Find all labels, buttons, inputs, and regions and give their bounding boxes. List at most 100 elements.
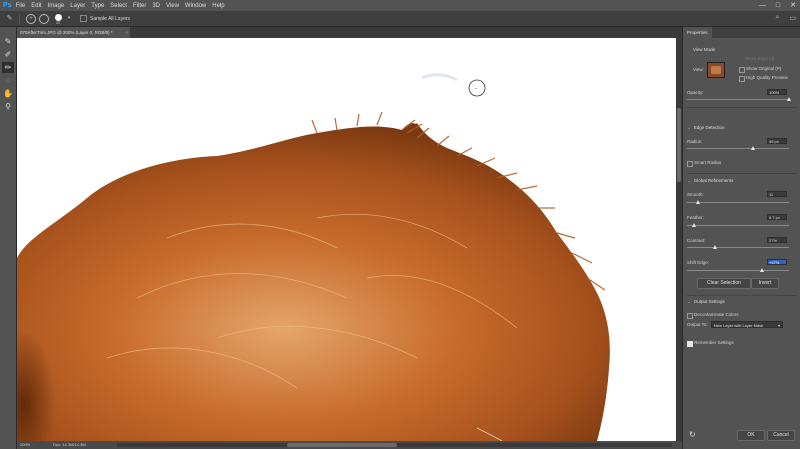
clear-selection-button[interactable]: Clear Selection (697, 278, 751, 289)
decontaminate-colors-checkbox[interactable] (687, 313, 693, 319)
window-controls: — □ ✕ (759, 0, 796, 11)
feather-slider-track[interactable] (687, 225, 789, 226)
svg-text:-: - (475, 86, 477, 92)
menu-view[interactable]: View (166, 3, 179, 9)
document-tab-bar: 070AfterTrim.JPG @ 200% (Layer 0, RGB/8)… (17, 27, 682, 38)
brush-tool-icon[interactable]: ✏ (2, 62, 14, 73)
chevron-down-icon[interactable]: ▾ (66, 14, 72, 23)
zoom-level[interactable]: 200% (20, 441, 30, 449)
divider (687, 295, 797, 296)
smooth-slider-track[interactable] (687, 202, 789, 203)
shift-edge-label: Shift Edge: (687, 260, 710, 265)
opacity-value[interactable]: 100% (767, 89, 787, 95)
brush-tip-icon (55, 14, 62, 21)
opacity-label: Opacity: (687, 90, 704, 95)
horizontal-scroll-thumb[interactable] (287, 443, 397, 447)
shift-edge-slider-handle[interactable] (759, 268, 764, 272)
close-tab-icon[interactable]: × (125, 27, 128, 38)
chevron-down-icon: ⌄ (687, 178, 691, 183)
workspace-icon[interactable]: ▭ (789, 14, 796, 22)
shift-edge-value[interactable]: +47% (767, 259, 787, 265)
brush-cursor (468, 79, 486, 97)
close-icon[interactable]: ✕ (790, 0, 796, 11)
edge-detection-section[interactable]: ⌄ Edge Detection (687, 125, 725, 131)
output-settings-heading: Output Settings (693, 299, 725, 304)
refine-edge-brush-tool-icon[interactable]: ✐ (2, 49, 14, 60)
minimize-icon[interactable]: — (759, 0, 766, 11)
document-tab[interactable]: 070AfterTrim.JPG @ 200% (Layer 0, RGB/8)… (17, 27, 130, 38)
feather-value[interactable]: 6.7 px (767, 214, 787, 220)
quick-selection-tool-icon[interactable]: ✎ (2, 36, 14, 47)
smart-radius-label: Smart Radius (694, 160, 722, 165)
high-quality-preview-checkbox[interactable] (739, 76, 745, 82)
smart-radius-checkbox[interactable] (687, 161, 693, 167)
remember-settings-label: Remember Settings (694, 340, 734, 345)
maximize-icon[interactable]: □ (776, 0, 780, 11)
add-mode-icon[interactable]: + (26, 13, 36, 24)
search-icon[interactable]: ⌕ (775, 14, 779, 22)
remember-settings-checkbox[interactable] (687, 341, 693, 347)
output-to-select[interactable]: New Layer with Layer Mask ▾ (711, 321, 783, 328)
properties-panel: Properties View Mode View: Show Edge (J)… (682, 27, 800, 449)
document-title: 070AfterTrim.JPG @ 200% (Layer 0, RGB/8)… (20, 30, 113, 35)
document-canvas[interactable]: - (17, 38, 676, 441)
menu-select[interactable]: Select (110, 3, 127, 9)
menu-file[interactable]: File (16, 3, 26, 9)
invert-button[interactable]: Invert (751, 278, 779, 289)
view-mode-heading: View Mode (693, 47, 716, 52)
menu-layer[interactable]: Layer (70, 3, 85, 9)
zoom-tool-icon[interactable]: ⚲ (2, 101, 14, 112)
contrast-slider-handle[interactable] (712, 245, 717, 249)
contrast-value[interactable]: 27% (767, 237, 787, 243)
brush-size-value: 20 (56, 21, 60, 25)
menu-help[interactable]: Help (212, 3, 224, 9)
opacity-slider-handle[interactable] (787, 97, 791, 101)
subtract-mode-icon[interactable] (39, 13, 49, 24)
menu-window[interactable]: Window (185, 3, 206, 9)
feather-slider-handle[interactable] (692, 223, 697, 227)
smooth-value[interactable]: 11 (767, 191, 787, 197)
show-original-label: Show Original (P) (746, 66, 782, 71)
horizontal-scrollbar[interactable] (117, 443, 672, 447)
menu-bar: Ps File Edit Image Layer Type Select Fil… (0, 0, 800, 11)
menu-3d[interactable]: 3D (152, 3, 160, 9)
menu-edit[interactable]: Edit (31, 3, 41, 9)
shift-edge-slider-track[interactable] (687, 270, 789, 271)
brush-size-picker[interactable]: 20 (55, 14, 64, 25)
contrast-slider-track[interactable] (687, 247, 789, 248)
hand-tool-icon[interactable]: ✋ (2, 88, 14, 99)
properties-tab-bar: Properties (683, 27, 800, 38)
decontaminate-colors-label: Decontaminate Colors (694, 312, 739, 317)
lasso-tool-icon[interactable]: ◌ (2, 75, 14, 86)
show-original-checkbox[interactable] (739, 67, 745, 73)
feather-label: Feather: (687, 215, 704, 220)
ok-button[interactable]: OK (737, 430, 765, 441)
radius-label: Radius: (687, 139, 703, 144)
menu-type[interactable]: Type (91, 3, 104, 9)
sample-all-layers-checkbox[interactable] (80, 15, 87, 22)
status-bar: 200% Doc: 14.3M/14.3M (17, 441, 682, 449)
properties-tab[interactable]: Properties (683, 27, 712, 38)
options-bar: ✎ + 20 ▾ Sample All Layers ⌕ ▭ (0, 11, 800, 27)
options-right: ⌕ ▭ (775, 14, 796, 22)
chevron-down-icon: ▾ (777, 323, 780, 328)
menu-image[interactable]: Image (48, 3, 65, 9)
menu-filter[interactable]: Filter (133, 3, 146, 9)
radius-value[interactable]: 45 px (767, 138, 787, 144)
reset-icon[interactable]: ↻ (689, 430, 696, 439)
radius-slider-handle[interactable] (751, 146, 756, 150)
photoshop-logo: Ps (3, 2, 12, 9)
divider (687, 107, 797, 108)
smooth-label: Smooth: (687, 192, 704, 197)
contrast-label: Contrast: (687, 238, 706, 243)
refine-brush-icon[interactable]: ✎ (4, 14, 15, 23)
output-settings-section[interactable]: ⌄ Output Settings (687, 299, 725, 305)
global-refinements-section[interactable]: ⌄ Global Refinements (687, 178, 733, 184)
cancel-button[interactable]: Cancel (767, 430, 795, 441)
tools-panel: ✎ ✐ ✏ ◌ ✋ ⚲ (0, 27, 17, 449)
smooth-slider-handle[interactable] (696, 200, 701, 204)
opacity-slider-track[interactable] (687, 99, 789, 100)
radius-slider-track[interactable] (687, 148, 789, 149)
view-thumbnail[interactable] (707, 62, 725, 78)
vertical-scroll-thumb[interactable] (677, 108, 681, 182)
